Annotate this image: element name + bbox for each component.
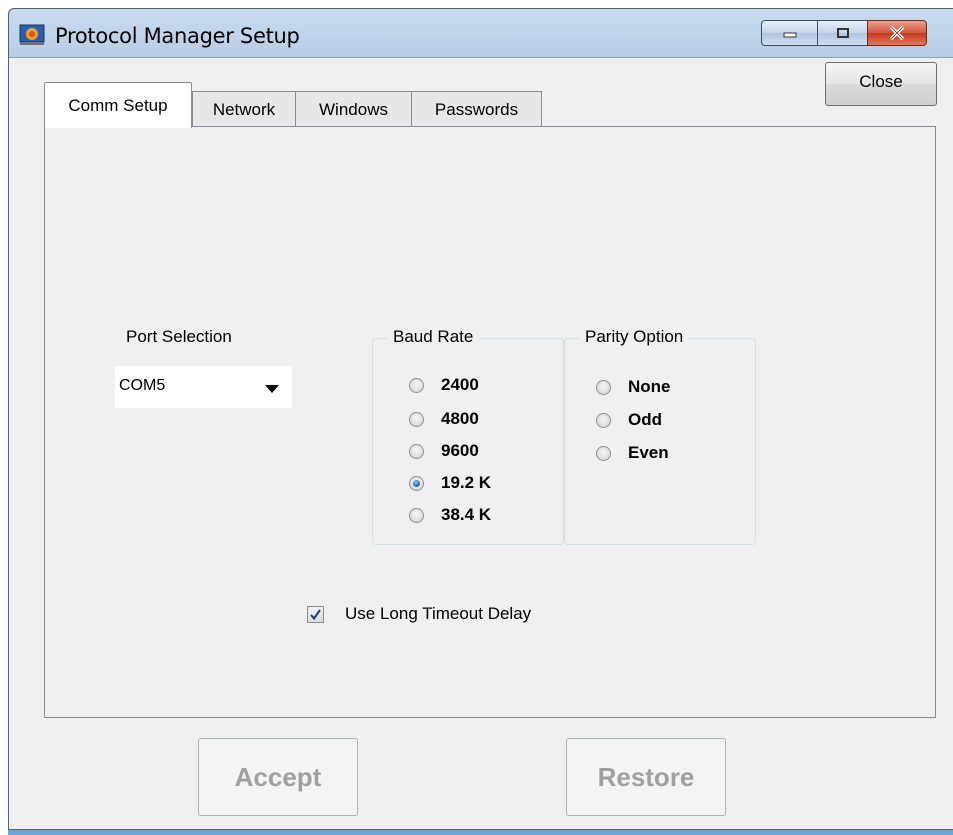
- baud-option-2400[interactable]: 2400: [409, 375, 479, 395]
- parity-option-group: Parity Option: [564, 327, 756, 545]
- baud-option-9600[interactable]: 9600: [409, 441, 479, 461]
- parity-option-even[interactable]: Even: [596, 443, 669, 463]
- minimize-icon: [783, 32, 796, 38]
- checkmark-icon: [310, 609, 321, 621]
- chevron-down-icon[interactable]: [265, 385, 279, 393]
- maximize-icon: [836, 28, 849, 38]
- port-selection-label: Port Selection: [126, 327, 232, 346]
- restore-button[interactable]: Restore: [566, 738, 726, 816]
- accept-button[interactable]: Accept: [198, 738, 358, 816]
- radio-button[interactable]: [596, 412, 611, 428]
- radio-label: 2400: [441, 375, 479, 394]
- close-x-icon: [889, 25, 905, 41]
- radio-button-selected[interactable]: [409, 475, 424, 491]
- radio-label: 38.4 K: [441, 505, 492, 524]
- radio-button[interactable]: [409, 507, 424, 523]
- app-icon: [19, 24, 45, 45]
- parity-option-title: Parity Option: [579, 327, 690, 347]
- long-timeout-label: Use Long Timeout Delay: [345, 604, 532, 623]
- parity-option-odd[interactable]: Odd: [596, 410, 662, 430]
- baud-option-4800[interactable]: 4800: [409, 409, 479, 429]
- port-select[interactable]: COM5: [115, 366, 292, 408]
- window-title: Protocol Manager Setup: [55, 24, 300, 48]
- port-select-value: COM5: [119, 377, 166, 394]
- minimize-button[interactable]: [761, 20, 818, 46]
- window-bottom-border: [8, 830, 953, 835]
- parity-option-none[interactable]: None: [596, 377, 671, 397]
- radio-button[interactable]: [409, 377, 424, 393]
- radio-label: Even: [628, 443, 669, 462]
- radio-button[interactable]: [409, 443, 424, 459]
- radio-label: None: [628, 377, 671, 396]
- baud-option-38400[interactable]: 38.4 K: [409, 505, 491, 525]
- close-button[interactable]: Close: [825, 62, 937, 106]
- tab-comm-setup[interactable]: Comm Setup: [44, 82, 192, 128]
- tab-windows[interactable]: Windows: [295, 91, 412, 127]
- tab-passwords[interactable]: Passwords: [411, 91, 542, 127]
- radio-button[interactable]: [409, 411, 424, 427]
- radio-button[interactable]: [596, 379, 611, 395]
- radio-label: 4800: [441, 409, 479, 428]
- window-close-button[interactable]: [867, 20, 927, 46]
- tab-network[interactable]: Network: [192, 91, 296, 127]
- radio-label: Odd: [628, 410, 662, 429]
- radio-label: 9600: [441, 441, 479, 460]
- baud-option-19200[interactable]: 19.2 K: [409, 473, 491, 493]
- radio-label: 19.2 K: [441, 473, 492, 492]
- maximize-button[interactable]: [817, 20, 868, 46]
- long-timeout-checkbox[interactable]: [307, 606, 324, 623]
- radio-button[interactable]: [596, 445, 611, 461]
- baud-rate-title: Baud Rate: [387, 327, 480, 347]
